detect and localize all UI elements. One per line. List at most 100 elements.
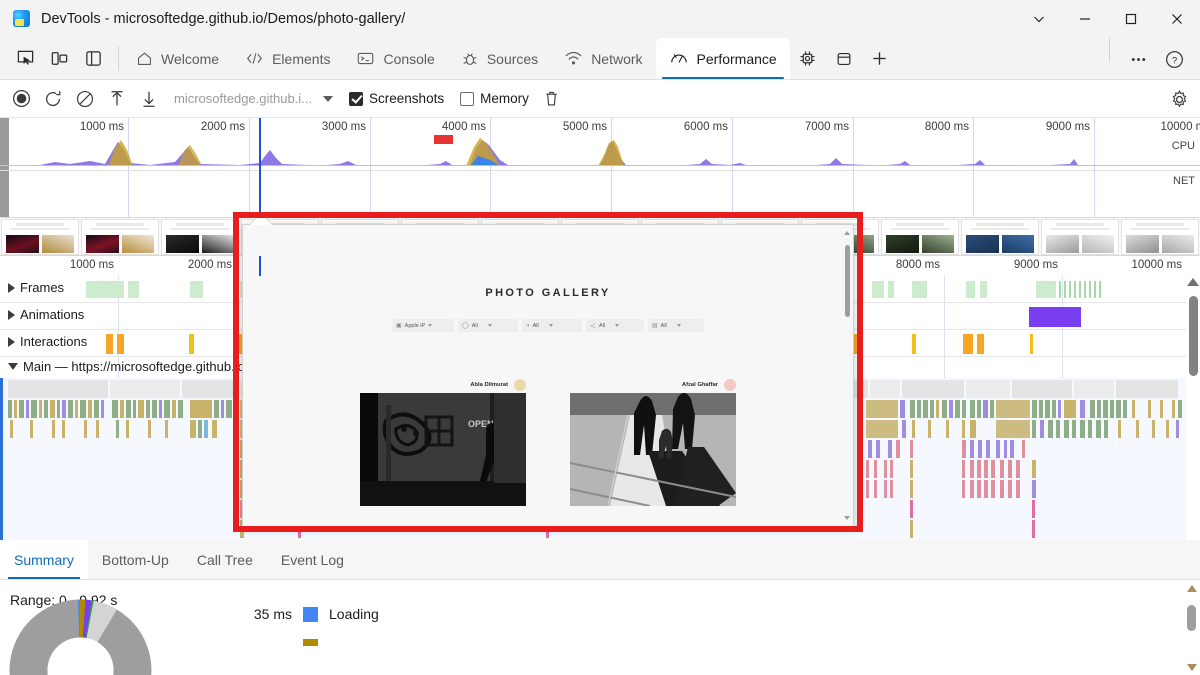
tab-network[interactable]: Network	[551, 38, 655, 79]
screenshot-page-render: PHOTO GALLERY ▣ Apple iP ◯ All ◑ All ＜	[243, 225, 853, 526]
scrollbar-thumb[interactable]	[1187, 605, 1196, 631]
details-tabs: Summary Bottom-Up Call Tree Event Log	[0, 540, 1200, 580]
tab-elements[interactable]: Elements	[232, 38, 343, 79]
download-arrow-icon[interactable]	[134, 84, 164, 114]
memory-label: Memory	[480, 91, 529, 106]
triangle-right-icon[interactable]	[8, 283, 15, 293]
triangle-down-icon[interactable]	[8, 363, 18, 370]
screenshot-popup-scrollbar[interactable]	[843, 231, 851, 520]
dock-buttons	[0, 38, 114, 79]
tab-summary[interactable]: Summary	[0, 540, 88, 579]
more-horizontal-icon[interactable]	[1121, 42, 1155, 76]
overview-tick-label: 2000 ms	[201, 121, 249, 133]
screenshot-preview-popup[interactable]: PHOTO GALLERY ▣ Apple iP ◯ All ◑ All ＜	[242, 224, 854, 527]
gear-icon[interactable]	[1164, 84, 1194, 114]
screenshot-popup-pointer	[250, 214, 272, 225]
filmstrip-frame[interactable]	[961, 219, 1039, 255]
panel-layout-icon[interactable]	[78, 44, 108, 74]
filmstrip-frame[interactable]	[161, 219, 239, 255]
photo-card[interactable]: Afzal Ghaffar	[570, 377, 736, 506]
filmstrip-frame[interactable]	[881, 219, 959, 255]
close-button[interactable]	[1154, 0, 1200, 38]
range-label: Range: 0 - 9.92 s	[0, 580, 1200, 608]
tab-event-log[interactable]: Event Log	[267, 540, 358, 579]
screenshots-label: Screenshots	[369, 91, 444, 106]
filter-focal[interactable]: ＜ All	[586, 319, 644, 332]
maximize-button[interactable]	[1108, 0, 1154, 38]
photo-image-shadows	[570, 393, 736, 506]
reload-icon[interactable]	[38, 84, 68, 114]
scroll-down-arrow-icon[interactable]	[844, 516, 850, 520]
triangle-right-icon[interactable]	[8, 337, 15, 347]
database-icon[interactable]	[827, 42, 861, 76]
photo-card[interactable]: Abla Dilmurat	[360, 377, 526, 506]
chevron-down-icon	[615, 324, 619, 327]
scrollbar-thumb[interactable]	[1189, 296, 1198, 376]
filter-aperture[interactable]: ◯ All	[458, 319, 518, 332]
chevron-down-icon	[549, 324, 553, 327]
upload-arrow-icon[interactable]	[102, 84, 132, 114]
devtools-window: DevTools - microsoftedge.github.io/Demos…	[0, 0, 1200, 675]
more-window-options-button[interactable]	[1016, 0, 1062, 38]
track-header-interactions[interactable]: Interactions	[0, 334, 87, 349]
track-header-animations[interactable]: Animations	[0, 307, 84, 322]
screenshots-checkbox[interactable]: Screenshots	[349, 91, 444, 106]
tab-welcome[interactable]: Welcome	[123, 38, 232, 79]
tab-label: Bottom-Up	[102, 552, 169, 568]
avatar	[724, 379, 736, 391]
gallery-filter-bar: ▣ Apple iP ◯ All ◑ All ＜ All ▤	[243, 319, 853, 332]
filter-iso[interactable]: ▤ All	[648, 319, 704, 332]
no-entry-icon[interactable]	[70, 84, 100, 114]
filmstrip-frame[interactable]	[1, 219, 79, 255]
overview-tick-label: 10000 ms	[1160, 121, 1200, 133]
overview-tick-label: 1000 ms	[80, 121, 128, 133]
overview-tick-label: 5000 ms	[563, 121, 611, 133]
filmstrip-frame[interactable]	[81, 219, 159, 255]
tool-extras	[790, 38, 898, 79]
scroll-down-arrow-icon[interactable]	[1187, 664, 1197, 671]
track-label: Frames	[20, 280, 64, 295]
filmstrip-frame[interactable]	[1041, 219, 1119, 255]
photo-author-name: Afzal Ghaffar	[682, 382, 718, 388]
caret-down-icon[interactable]	[323, 96, 333, 102]
tab-console[interactable]: Console	[343, 38, 447, 79]
chevron-down-icon	[428, 324, 432, 327]
track-label: Interactions	[20, 334, 87, 349]
filter-shutter[interactable]: ◑ All	[522, 319, 582, 332]
minimize-button[interactable]	[1062, 0, 1108, 38]
tracks-vertical-scrollbar[interactable]	[1186, 276, 1200, 565]
scroll-up-arrow-icon[interactable]	[1187, 585, 1197, 592]
filter-camera[interactable]: ▣ Apple iP	[392, 319, 454, 332]
filter-value: All	[533, 323, 539, 329]
filmstrip-frame[interactable]	[1121, 219, 1199, 255]
memory-checkbox[interactable]: Memory	[460, 91, 529, 106]
overview-time-cursor[interactable]	[259, 118, 261, 218]
question-circle-icon[interactable]: ?	[1157, 42, 1191, 76]
track-tick-label: 8000 ms	[896, 259, 944, 271]
photo-image-graffiti: OPEN	[360, 393, 526, 506]
triangle-right-icon[interactable]	[8, 310, 15, 320]
legend-row[interactable]	[230, 628, 379, 656]
legend-row[interactable]: 35 ms Loading	[230, 600, 379, 628]
tab-call-tree[interactable]: Call Tree	[183, 540, 267, 579]
scroll-up-arrow-icon[interactable]	[1187, 278, 1199, 286]
tab-sources[interactable]: Sources	[448, 38, 551, 79]
tab-bottom-up[interactable]: Bottom-Up	[88, 540, 183, 579]
record-icon[interactable]	[6, 84, 36, 114]
tab-performance[interactable]: Performance	[656, 38, 790, 79]
cursor-select-icon[interactable]	[10, 44, 40, 74]
device-toggle-icon[interactable]	[44, 44, 74, 74]
track-header-frames[interactable]: Frames	[0, 280, 64, 295]
cpu-chip-icon[interactable]	[791, 42, 825, 76]
tracks-time-cursor[interactable]	[259, 256, 261, 276]
aperture-icon: ◯	[462, 322, 469, 329]
trash-icon[interactable]	[537, 84, 567, 114]
photo-card-header: Afzal Ghaffar	[570, 377, 736, 393]
scrollbar-thumb[interactable]	[845, 245, 850, 317]
iso-icon: ▤	[652, 322, 658, 329]
plus-icon[interactable]	[863, 42, 897, 76]
perf-toolbar-right	[1164, 80, 1194, 118]
timeline-overview[interactable]: 1000 ms 2000 ms 3000 ms 4000 ms 5000 ms …	[0, 118, 1200, 218]
details-scrollbar[interactable]	[1185, 585, 1198, 671]
scroll-up-arrow-icon[interactable]	[844, 231, 850, 235]
